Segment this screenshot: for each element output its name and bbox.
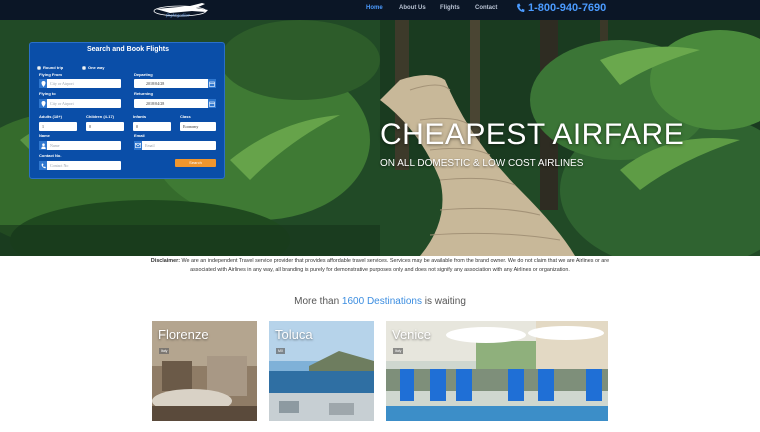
round-trip-label: Round trip <box>43 65 64 70</box>
one-way-label: One way <box>88 65 105 70</box>
adults-select[interactable]: 1 <box>39 122 77 131</box>
airline-logo[interactable]: flightgoiller <box>150 1 214 19</box>
children-label: Children (4-17) <box>86 114 115 119</box>
children-value: 0 <box>89 124 91 129</box>
envelope-icon <box>134 141 142 150</box>
returning-value: 2018/04/28 <box>146 101 165 106</box>
destinations-count[interactable]: 1600 Destinations <box>342 296 422 307</box>
destinations-prefix: More than <box>294 296 342 307</box>
flying-to-label: Flying to <box>39 91 56 96</box>
name-placeholder: Name <box>50 143 60 148</box>
returning-label: Returning <box>134 91 153 96</box>
destinations-suffix: is waiting <box>421 296 466 307</box>
contact-label: Contact No. <box>39 153 62 158</box>
departing-date-input[interactable]: 2018/04/28 <box>134 79 216 88</box>
infants-select[interactable]: 0 <box>133 122 171 131</box>
one-way-radio[interactable]: One way <box>82 65 104 70</box>
class-select[interactable]: Economy <box>180 122 216 131</box>
destinations-heading: More than 1600 Destinations is waiting <box>0 296 760 307</box>
nav-about-us[interactable]: About Us <box>399 5 426 11</box>
nav-contact[interactable]: Contact <box>475 5 497 11</box>
card-tag: Italy <box>393 348 404 354</box>
name-label: Name <box>39 133 50 138</box>
flying-from-input[interactable]: City or Airport <box>39 79 121 88</box>
radio-icon <box>37 65 41 70</box>
email-placeholder: Email <box>145 143 155 148</box>
disclaimer: Disclaimer: We are an independent Travel… <box>150 257 610 274</box>
card-tag: MX <box>276 348 286 354</box>
phone-text: 1-800-940-7690 <box>528 2 607 14</box>
class-value: Economy <box>183 124 199 129</box>
nav-flights[interactable]: Flights <box>440 5 460 11</box>
card-tag: Italy <box>159 348 170 354</box>
destination-card-venice[interactable]: Venice Italy <box>386 321 608 421</box>
infants-label: Infants <box>133 114 147 119</box>
phone-number[interactable]: 1-800-940-7690 <box>516 2 606 14</box>
phone-icon <box>39 161 47 170</box>
flying-from-placeholder: City or Airport <box>50 81 74 86</box>
infants-value: 0 <box>136 124 138 129</box>
adults-value: 1 <box>42 124 44 129</box>
disclaimer-lead: Disclaimer: <box>150 258 180 264</box>
brand-text: flightgoiller <box>165 13 191 18</box>
hero-title: CHEAPEST AIRFARE <box>380 118 685 151</box>
calendar-icon[interactable] <box>208 79 216 88</box>
email-label: Email <box>134 133 145 138</box>
contact-placeholder: Contact No <box>50 163 69 168</box>
flying-to-placeholder: City or Airport <box>50 101 74 106</box>
adults-label: Adults (18+) <box>39 114 63 119</box>
flying-from-label: Flying From <box>39 72 62 77</box>
card-city: Venice <box>392 327 432 342</box>
radio-icon <box>82 65 86 70</box>
email-input[interactable]: Email <box>134 141 216 150</box>
children-select[interactable]: 0 <box>86 122 124 131</box>
calendar-icon[interactable] <box>208 99 216 108</box>
location-pin-icon <box>39 79 47 88</box>
user-icon <box>39 141 47 150</box>
name-input[interactable]: Name <box>39 141 121 150</box>
card-city: Toluca <box>275 327 313 342</box>
flying-to-input[interactable]: City or Airport <box>39 99 121 108</box>
returning-date-input[interactable]: 2018/04/28 <box>134 99 216 108</box>
round-trip-radio[interactable]: Round trip <box>37 65 63 70</box>
hero-subtitle: ON ALL DOMESTIC & LOW COST AIRLINES <box>380 158 584 169</box>
departing-label: Departing <box>134 72 153 77</box>
top-nav: flightgoiller Home About Us Flights Cont… <box>0 0 760 20</box>
disclaimer-text: We are an independent Travel service pro… <box>180 258 610 273</box>
destination-card-toluca[interactable]: Toluca MX <box>269 321 374 421</box>
nav-home[interactable]: Home <box>366 5 383 11</box>
destination-card-florenze[interactable]: Florenze Italy <box>152 321 257 421</box>
departing-value: 2018/04/28 <box>146 81 165 86</box>
card-city: Florenze <box>158 327 209 342</box>
search-button[interactable]: Search <box>175 159 216 167</box>
contact-input[interactable]: Contact No <box>39 161 121 170</box>
class-label: Class <box>180 114 191 119</box>
phone-icon <box>517 3 525 13</box>
location-pin-icon <box>39 99 47 108</box>
panel-title: Search and Book Flights <box>86 46 170 53</box>
